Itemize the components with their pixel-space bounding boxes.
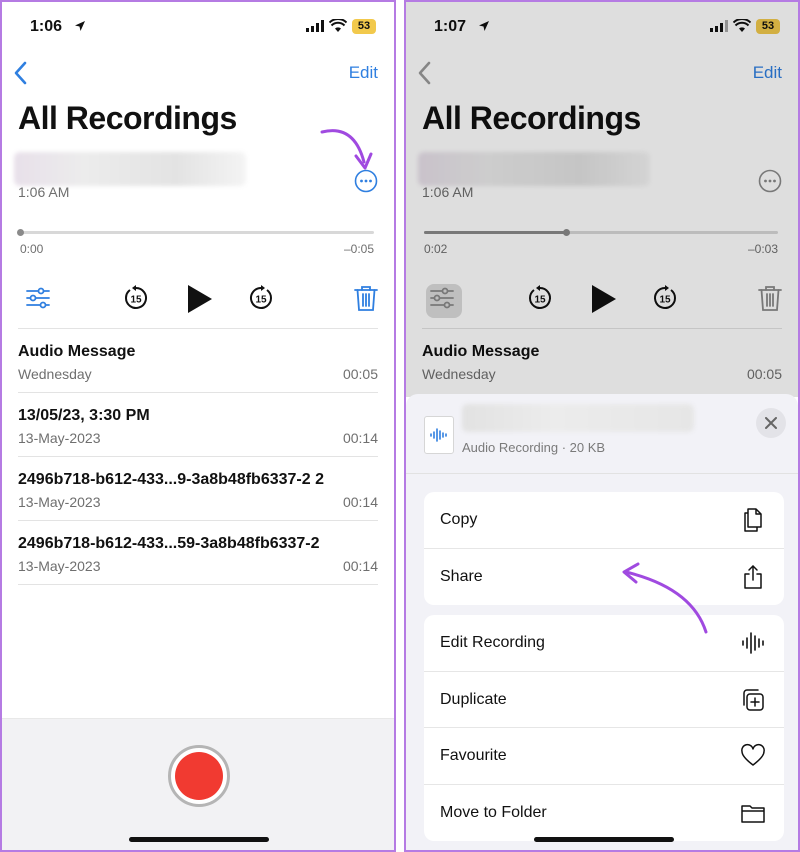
status-bar: 1:06 53 — [2, 2, 394, 52]
recording-time: 1:06 AM — [18, 184, 70, 200]
list-item[interactable]: Audio Message Wednesday 00:05 — [18, 329, 378, 392]
file-meta: Audio Recording · 20 KB — [462, 440, 606, 455]
recording-name: 13/05/23, 3:30 PM — [18, 407, 150, 424]
play-icon[interactable] — [184, 282, 216, 316]
audio-file-icon — [424, 416, 454, 454]
home-indicator — [534, 837, 674, 842]
right-screenshot: 1:07 53 Edit All Recordings 1:06 AM 0:02… — [404, 0, 800, 852]
action-label: Copy — [440, 511, 478, 528]
close-button[interactable] — [756, 408, 786, 438]
copy-action[interactable]: Copy — [424, 492, 784, 549]
recording-duration: 00:14 — [342, 558, 378, 574]
recording-date: 13-May-2023 — [18, 430, 101, 446]
skip-forward-15-icon[interactable]: 15 — [247, 284, 275, 312]
share-icon — [744, 564, 762, 589]
recording-date: Wednesday — [18, 366, 92, 382]
recording-duration: 00:14 — [342, 494, 378, 510]
share-sheet: Audio Recording · 20 KB Copy Share Edit … — [406, 394, 798, 850]
record-dot-icon — [175, 752, 223, 800]
record-button[interactable] — [168, 745, 230, 807]
edit-recording-action[interactable]: Edit Recording — [424, 615, 784, 672]
favourite-action[interactable]: Favourite — [424, 728, 784, 785]
dim-overlay — [406, 2, 798, 397]
action-group-primary: Copy Share — [424, 492, 784, 605]
remaining-time: –0:05 — [343, 242, 374, 256]
duplicate-icon — [743, 688, 764, 711]
back-chevron-icon[interactable] — [10, 60, 34, 86]
left-screenshot: 1:06 53 Edit All Recordings 1:06 AM 0:00… — [0, 0, 396, 852]
recording-date: 13-May-2023 — [18, 558, 101, 574]
edit-button[interactable]: Edit — [349, 63, 378, 83]
cellular-signal-icon — [306, 20, 324, 32]
move-to-folder-action[interactable]: Move to Folder — [424, 785, 784, 842]
list-item[interactable]: 13/05/23, 3:30 PM 13-May-2023 00:14 — [18, 393, 378, 456]
status-time: 1:06 — [30, 18, 63, 35]
svg-text:15: 15 — [255, 295, 267, 306]
settings-sliders-icon[interactable] — [24, 284, 52, 312]
record-bar — [2, 718, 394, 850]
wifi-icon — [329, 19, 347, 32]
battery-indicator: 53 — [352, 19, 376, 34]
list-item[interactable]: 2496b718-b612-433...9-3a8b48fb6337-2 2 1… — [18, 457, 378, 520]
scrubber-knob[interactable] — [17, 229, 24, 236]
duplicate-action[interactable]: Duplicate — [424, 672, 784, 728]
copy-icon — [744, 508, 762, 532]
skip-back-15-icon[interactable]: 15 — [122, 284, 150, 312]
redacted-file-name — [462, 404, 694, 432]
page-title: All Recordings — [18, 100, 237, 136]
action-label: Favourite — [440, 747, 507, 764]
action-group-secondary: Edit Recording Duplicate Favourite Move … — [424, 615, 784, 841]
heart-icon — [741, 743, 765, 766]
close-icon — [765, 417, 777, 429]
svg-text:15: 15 — [130, 295, 142, 306]
elapsed-time: 0:00 — [20, 242, 44, 256]
action-label: Move to Folder — [440, 803, 547, 821]
playback-controls: 15 15 — [2, 280, 394, 320]
recording-name: 2496b718-b612-433...9-3a8b48fb6337-2 2 — [18, 471, 324, 488]
folder-icon — [741, 804, 765, 823]
recording-duration: 00:14 — [342, 430, 378, 446]
action-label: Share — [440, 567, 483, 585]
sheet-header: Audio Recording · 20 KB — [406, 394, 798, 474]
annotation-arrow-icon — [622, 562, 708, 634]
annotation-arrow-icon — [320, 129, 373, 170]
recording-date: 13-May-2023 — [18, 494, 101, 510]
action-label: Duplicate — [440, 690, 507, 708]
recording-name: 2496b718-b612-433...59-3a8b48fb6337-2 — [18, 535, 320, 552]
action-label: Edit Recording — [440, 634, 545, 651]
playback-scrubber[interactable] — [17, 229, 374, 236]
waveform-icon — [742, 632, 764, 654]
navigation-bar: Edit — [2, 58, 394, 92]
recording-duration: 00:05 — [342, 366, 378, 382]
recordings-list: Audio Message Wednesday 00:05 13/05/23, … — [18, 328, 378, 585]
share-action[interactable]: Share — [424, 549, 784, 606]
location-arrow-icon — [75, 21, 85, 31]
recording-name: Audio Message — [18, 343, 136, 360]
list-item[interactable]: 2496b718-b612-433...59-3a8b48fb6337-2 13… — [18, 521, 378, 584]
home-indicator — [129, 837, 269, 842]
redacted-recording-name — [14, 152, 246, 186]
trash-icon[interactable] — [354, 284, 378, 312]
